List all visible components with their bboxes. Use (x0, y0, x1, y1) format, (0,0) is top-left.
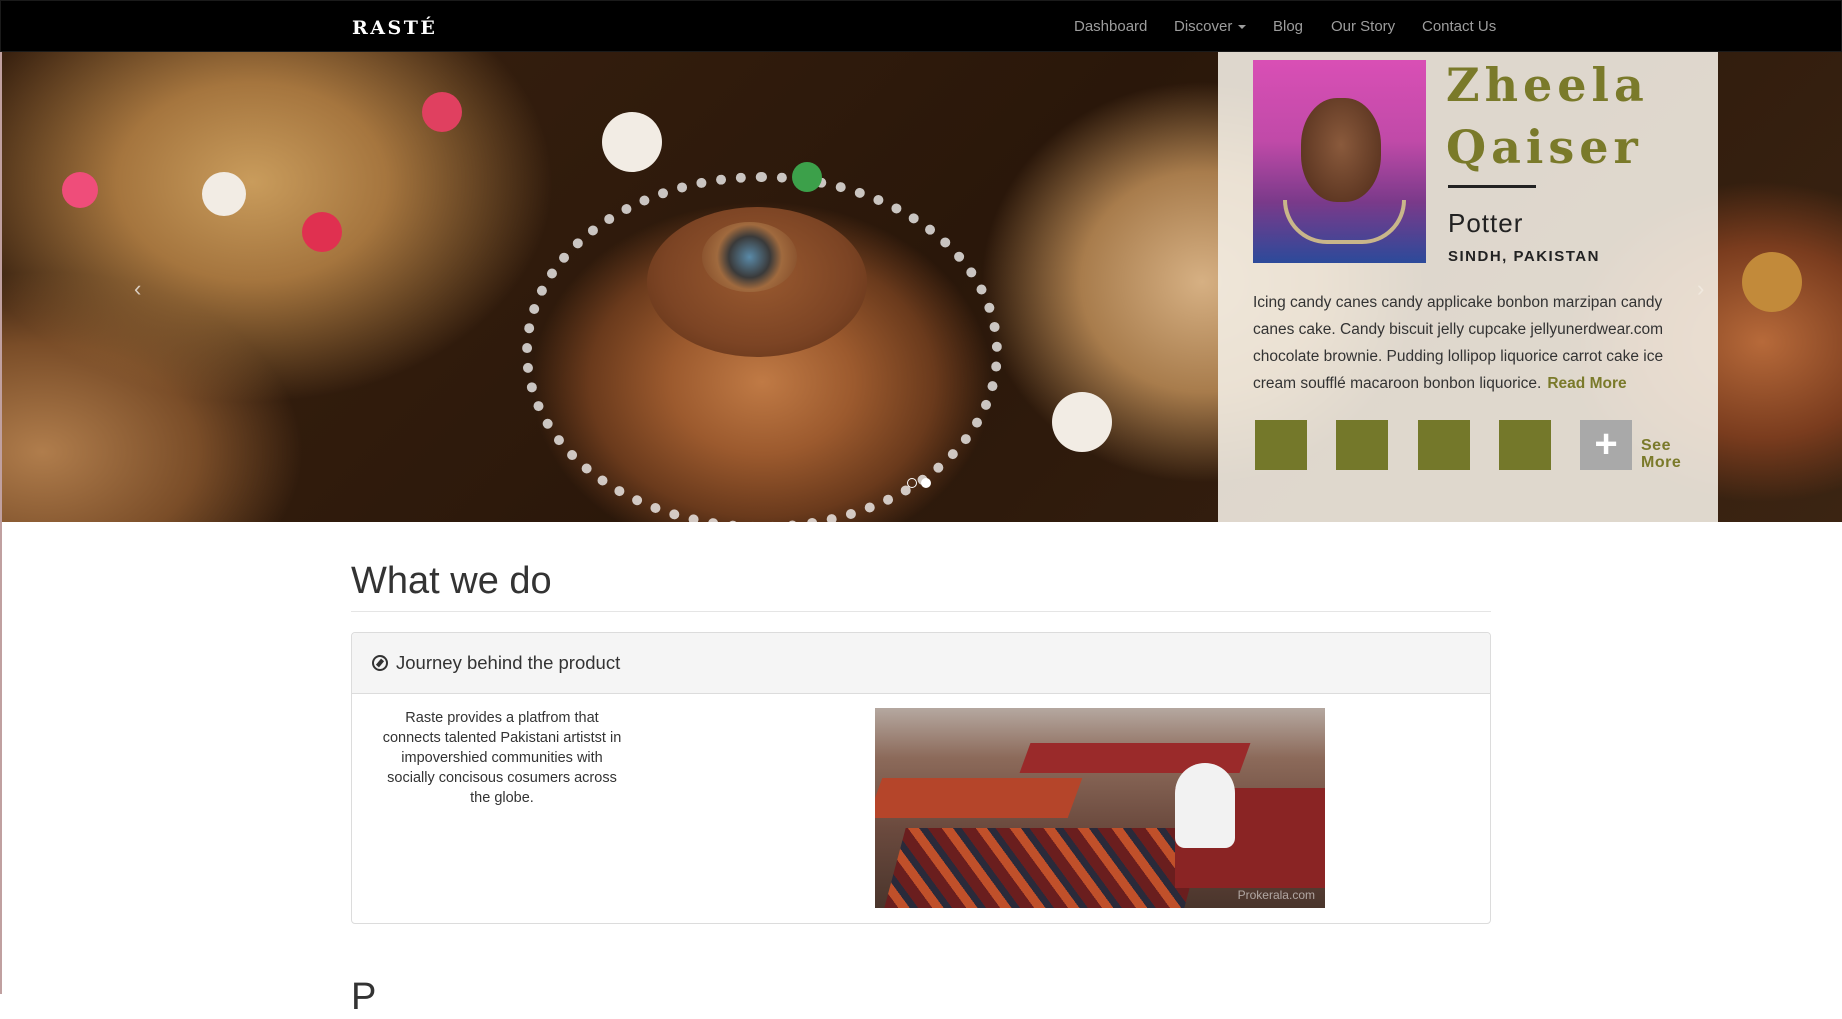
see-more-link[interactable]: See More (1641, 437, 1711, 471)
carousel-indicator-2[interactable] (921, 478, 931, 488)
carousel-prev-arrow[interactable]: ‹ (134, 276, 141, 302)
flower-decoration (422, 92, 462, 132)
read-more-link[interactable]: Read More (1547, 375, 1626, 392)
nav-discover-label: Discover (1174, 18, 1233, 35)
artisan-location: SINDH, PAKISTAN (1448, 248, 1600, 265)
flower-decoration (302, 212, 342, 252)
flower-decoration (62, 172, 98, 208)
pot-dots-ring-decoration (522, 172, 1002, 522)
artisan-role: Potter (1448, 208, 1524, 238)
brand-logo[interactable]: RASTÉ (352, 17, 437, 39)
flower-decoration (1052, 392, 1112, 452)
nav-discover-dropdown[interactable]: Discover (1174, 18, 1247, 35)
flower-decoration (602, 112, 662, 172)
portrait-necklace (1283, 200, 1406, 244)
panel-header: Journey behind the product (352, 633, 1490, 694)
carousel-indicator-1[interactable] (907, 478, 917, 488)
compass-icon (372, 655, 388, 671)
product-thumbnail-1[interactable] (1255, 420, 1307, 470)
journey-panel: Journey behind the product Raste provide… (351, 632, 1491, 924)
flower-decoration (1742, 252, 1802, 312)
product-thumbnail-3[interactable] (1418, 420, 1470, 470)
weaver-figure (1175, 763, 1235, 848)
carousel-indicators (907, 475, 935, 493)
rug-decoration (875, 778, 1083, 818)
rug-decoration (884, 828, 1206, 908)
top-navbar: RASTÉ Dashboard Discover Blog Our Story … (0, 0, 1842, 52)
caret-down-icon (1238, 25, 1247, 30)
panel-description: Raste provides a platfrom that connects … (382, 710, 622, 806)
portrait-face (1301, 98, 1381, 202)
artisan-portrait-photo (1253, 60, 1426, 263)
name-divider (1448, 185, 1536, 188)
panel-title: Journey behind the product (396, 652, 621, 673)
flower-decoration (792, 162, 822, 192)
artisan-profile-card: Zheela Qaiser Potter SINDH, PAKISTAN Ici… (1218, 52, 1718, 522)
nav-blog[interactable]: Blog (1273, 18, 1303, 35)
artisan-first-name: Zheela (1446, 58, 1649, 112)
nav-dashboard[interactable]: Dashboard (1074, 18, 1147, 35)
product-thumbnail-4[interactable] (1499, 420, 1551, 470)
artisan-bio: Icing candy canes candy applicake bonbon… (1253, 289, 1678, 397)
carpet-weaver-photo: Prokerala.com (875, 708, 1325, 908)
next-section-title: P (351, 976, 377, 1018)
flower-decoration (202, 172, 246, 216)
artisan-last-name: Qaiser (1446, 120, 1643, 174)
section-divider (351, 611, 1491, 612)
nav-our-story[interactable]: Our Story (1331, 18, 1395, 35)
left-page-border (0, 52, 2, 994)
plus-icon[interactable]: + (1580, 420, 1632, 470)
section-title-what-we-do: What we do (351, 560, 552, 602)
nav-contact-us[interactable]: Contact Us (1422, 18, 1496, 35)
product-thumbnail-2[interactable] (1336, 420, 1388, 470)
artisan-name: Zheela Qaiser (1446, 54, 1706, 178)
photo-watermark: Prokerala.com (1237, 888, 1315, 902)
